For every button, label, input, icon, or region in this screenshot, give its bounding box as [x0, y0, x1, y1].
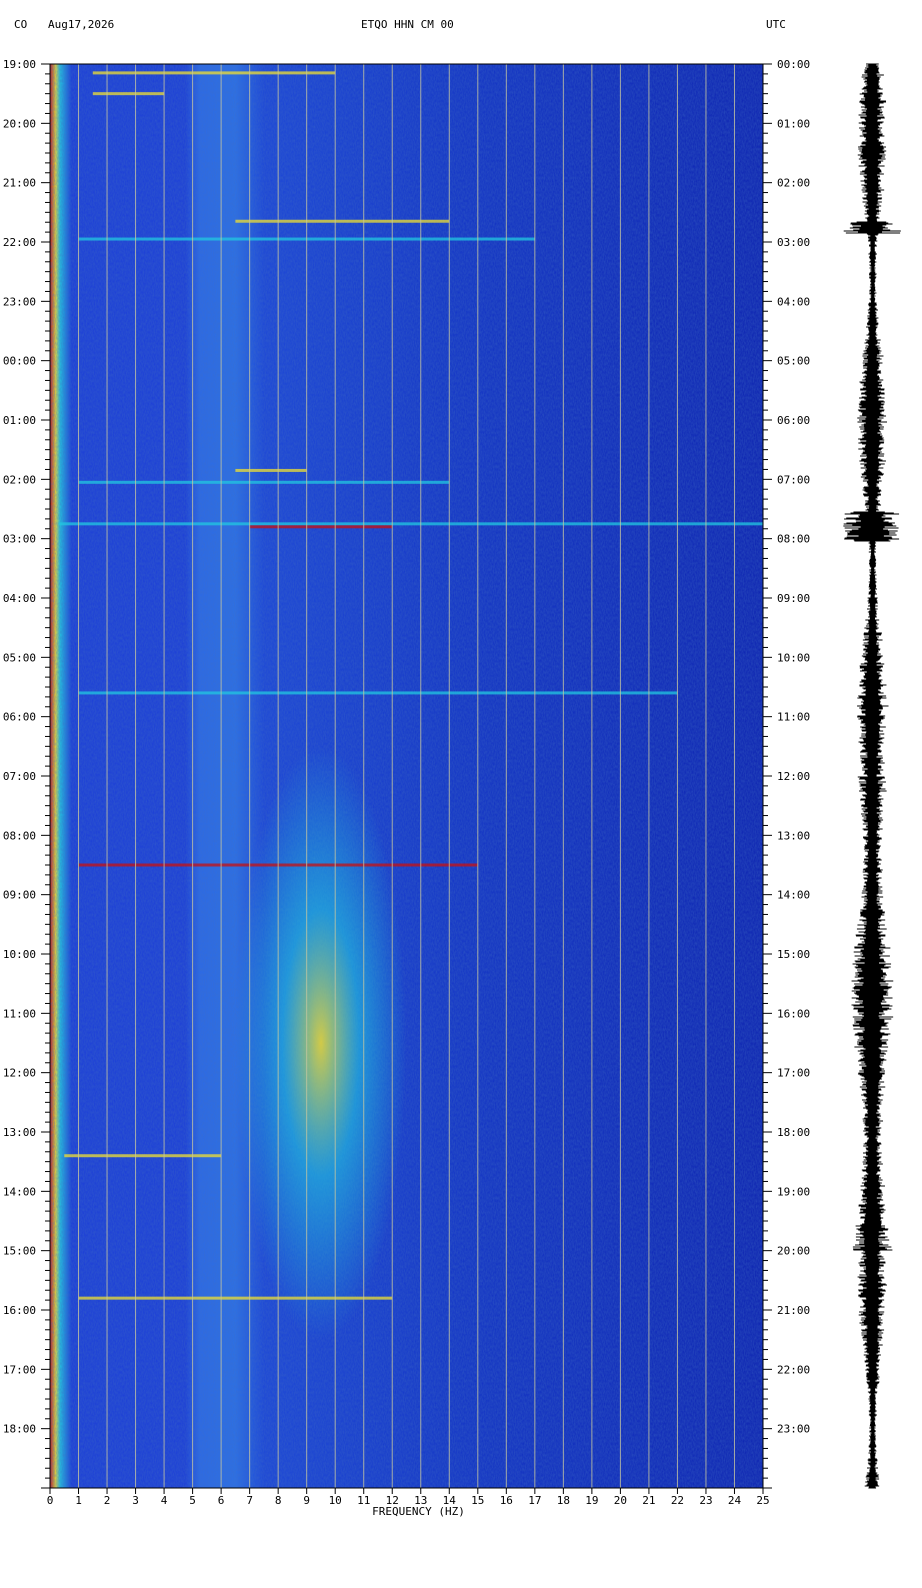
y-tick-label-left: 20:00: [3, 117, 36, 130]
x-tick-label: 2: [104, 1494, 111, 1507]
y-tick-label-left: 11:00: [3, 1007, 36, 1020]
y-tick-label-right: 12:00: [777, 770, 810, 783]
y-tick-label-left: 07:00: [3, 770, 36, 783]
x-tick-label: 0: [47, 1494, 54, 1507]
y-tick-label-left: 17:00: [3, 1363, 36, 1376]
y-tick-label-right: 21:00: [777, 1304, 810, 1317]
x-tick-label: 11: [357, 1494, 370, 1507]
y-tick-label-left: 03:00: [3, 533, 36, 546]
x-tick-label: 22: [671, 1494, 684, 1507]
energy-region: [235, 746, 407, 1340]
x-tick-label: 21: [642, 1494, 655, 1507]
event-streak: [78, 691, 678, 695]
event-streak: [78, 1296, 393, 1300]
x-tick-label: 1: [75, 1494, 82, 1507]
x-tick-label: 23: [699, 1494, 712, 1507]
x-tick-label: 6: [218, 1494, 225, 1507]
y-tick-label-left: 16:00: [3, 1304, 36, 1317]
y-tick-label-right: 15:00: [777, 948, 810, 961]
y-tick-label-right: 23:00: [777, 1423, 810, 1436]
y-tick-label-left: 02:00: [3, 473, 36, 486]
y-tick-label-right: 18:00: [777, 1126, 810, 1139]
y-tick-label-left: 15:00: [3, 1245, 36, 1258]
y-tick-label-left: 08:00: [3, 829, 36, 842]
event-streak: [249, 525, 393, 529]
y-tick-label-left: 01:00: [3, 414, 36, 427]
y-tick-label-right: 05:00: [777, 355, 810, 368]
y-tick-label-right: 11:00: [777, 711, 810, 724]
event-streak: [235, 468, 307, 472]
event-streak: [92, 92, 165, 96]
y-tick-label-left: 19:00: [3, 58, 36, 71]
event-streak: [235, 219, 450, 223]
y-tick-label-right: 20:00: [777, 1245, 810, 1258]
y-tick-label-right: 04:00: [777, 295, 810, 308]
x-tick-label: 5: [189, 1494, 196, 1507]
y-tick-label-left: 22:00: [3, 236, 36, 249]
y-tick-label-left: 10:00: [3, 948, 36, 961]
y-tick-label-right: 06:00: [777, 414, 810, 427]
y-tick-label-right: 08:00: [777, 533, 810, 546]
x-tick-label: 15: [471, 1494, 484, 1507]
y-tick-label-left: 09:00: [3, 889, 36, 902]
x-tick-label: 7: [246, 1494, 253, 1507]
event-streak: [92, 71, 336, 75]
x-axis-label: FREQUENCY (HZ): [372, 1505, 465, 1518]
x-tick-label: 3: [132, 1494, 139, 1507]
y-tick-label-left: 05:00: [3, 651, 36, 664]
y-tick-label-left: 13:00: [3, 1126, 36, 1139]
x-tick-label: 18: [557, 1494, 570, 1507]
y-tick-label-left: 00:00: [3, 355, 36, 368]
event-streak: [64, 1154, 222, 1158]
y-tick-label-right: 00:00: [777, 58, 810, 71]
x-tick-label: 20: [614, 1494, 627, 1507]
y-tick-label-right: 07:00: [777, 473, 810, 486]
y-tick-label-right: 14:00: [777, 889, 810, 902]
x-tick-label: 17: [528, 1494, 541, 1507]
y-tick-label-right: 09:00: [777, 592, 810, 605]
x-tick-label: 16: [500, 1494, 513, 1507]
y-tick-label-right: 10:00: [777, 651, 810, 664]
x-tick-label: 10: [329, 1494, 342, 1507]
y-tick-label-right: 19:00: [777, 1185, 810, 1198]
y-tick-label-right: 17:00: [777, 1067, 810, 1080]
x-tick-label: 24: [728, 1494, 742, 1507]
y-tick-label-left: 14:00: [3, 1185, 36, 1198]
y-tick-label-left: 12:00: [3, 1067, 36, 1080]
y-tick-label-left: 04:00: [3, 592, 36, 605]
x-tick-label: 19: [585, 1494, 598, 1507]
y-tick-label-left: 06:00: [3, 711, 36, 724]
y-tick-label-right: 02:00: [777, 177, 810, 190]
seismogram-waveform: [843, 63, 901, 1489]
x-tick-label: 8: [275, 1494, 282, 1507]
x-tick-label: 9: [303, 1494, 310, 1507]
spectrogram-noise: [50, 64, 763, 1488]
seismogram-trace: [826, 0, 922, 1588]
y-tick-label-right: 03:00: [777, 236, 810, 249]
y-tick-label-right: 13:00: [777, 829, 810, 842]
y-tick-label-right: 01:00: [777, 117, 810, 130]
y-tick-label-right: 16:00: [777, 1007, 810, 1020]
y-tick-label-left: 21:00: [3, 177, 36, 190]
spectrogram-chart: 0 1 2 3 4 5 6 7 8 9 10 11 12 13 14 15 16 17 18 19 20 21 22 23 24…: [0, 0, 826, 1588]
x-tick-label: 4: [161, 1494, 168, 1507]
y-tick-label-right: 22:00: [777, 1363, 810, 1376]
event-streak: [78, 480, 450, 484]
y-tick-label-left: 23:00: [3, 295, 36, 308]
y-tick-label-left: 18:00: [3, 1423, 36, 1436]
x-tick-label: 25: [756, 1494, 769, 1507]
